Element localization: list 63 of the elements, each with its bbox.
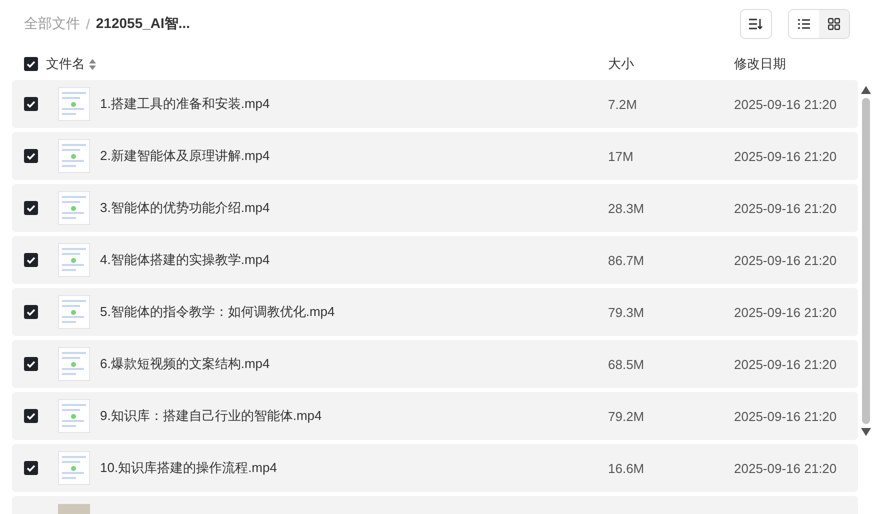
modified-date: 2025-09-16 21:20 [734,96,838,112]
checkbox[interactable] [24,409,38,423]
sort-icon [749,18,763,30]
modified-date: 2025-09-16 21:20 [734,356,838,372]
date-column-header[interactable]: 修改日期 [734,55,858,73]
file-name[interactable]: 3.智能体的优势功能介绍.mp4 [100,199,608,217]
breadcrumb-separator: / [86,16,90,32]
file-row[interactable]: 2.新建智能体及原理讲解.mp4 17M 2025-09-16 21:20 [12,132,858,180]
file-size: 16.6M [608,460,646,476]
checkbox[interactable] [24,253,38,267]
modified-date: 2025-09-16 21:20 [734,252,838,268]
file-size: 79.3M [608,304,646,320]
size-column-header[interactable]: 大小 [608,55,734,73]
video-thumbnail [58,243,90,277]
modified-date: 2025-09-16 21:20 [734,148,838,164]
file-row[interactable]: 10.知识库搭建的操作流程.mp4 16.6M 2025-09-16 21:20 [12,444,858,492]
file-name[interactable]: 10.知识库搭建的操作流程.mp4 [100,459,608,477]
scroll-up-icon[interactable] [861,86,871,94]
file-row[interactable]: 9.知识库：搭建自己行业的智能体.mp4 79.2M 2025-09-16 21:20 [12,392,858,440]
file-name[interactable]: 4.智能体搭建的实操教学.mp4 [100,251,608,269]
video-thumbnail [58,139,90,173]
checkbox[interactable] [24,357,38,371]
file-row[interactable]: 6.爆款短视频的文案结构.mp4 68.5M 2025-09-16 21:20 [12,340,858,388]
file-row[interactable]: 5.智能体的指令教学：如何调教优化.mp4 79.3M 2025-09-16 21:20 [12,288,858,336]
file-name[interactable]: 6.爆款短视频的文案结构.mp4 [100,355,608,373]
video-thumbnail [58,451,90,485]
file-name[interactable]: 5.智能体的指令教学：如何调教优化.mp4 [100,303,608,321]
checkbox[interactable] [24,305,38,319]
video-thumbnail [58,87,90,121]
file-size: 7.2M [608,96,638,112]
file-size: 79.2M [608,408,646,424]
checkbox[interactable] [24,97,38,111]
file-size: 28.3M [608,200,646,216]
modified-date: 2025-09-16 21:20 [734,460,838,476]
video-thumbnail [58,191,90,225]
checkbox[interactable] [24,201,38,215]
file-row[interactable]: 4.智能体搭建的实操教学.mp4 86.7M 2025-09-16 21:20 [12,236,858,284]
video-thumbnail [58,399,90,433]
checkbox[interactable] [24,461,38,475]
sort-button[interactable] [740,9,772,39]
list-icon [798,19,810,29]
video-thumbnail [58,347,90,381]
scroll-down-icon[interactable] [861,428,871,436]
file-name[interactable]: 9.知识库：搭建自己行业的智能体.mp4 [100,407,608,425]
file-name[interactable]: 2.新建智能体及原理讲解.mp4 [100,147,608,165]
file-name[interactable]: 1.搭建工具的准备和安装.mp4 [100,95,608,113]
checkbox[interactable] [24,57,38,71]
file-row[interactable]: 3.智能体的优势功能介绍.mp4 28.3M 2025-09-16 21:20 [12,184,858,232]
modified-date: 2025-09-16 21:20 [734,304,838,320]
grid-icon [828,18,840,30]
file-size: 17M [608,148,634,164]
checkbox[interactable] [24,149,38,163]
name-column-header[interactable]: 文件名 [46,55,85,73]
list-view-button[interactable] [789,10,819,38]
file-row[interactable]: 1.搭建工具的准备和安装.mp4 7.2M 2025-09-16 21:20 [12,80,858,128]
modified-date: 2025-09-16 21:20 [734,200,838,216]
sort-arrows-icon[interactable] [89,58,96,70]
scrollbar-thumb[interactable] [862,98,870,424]
video-thumbnail [58,295,90,329]
file-size: 86.7M [608,252,646,268]
file-size: 68.5M [608,356,646,372]
modified-date: 2025-09-16 21:20 [734,408,838,424]
breadcrumb-link[interactable]: 212055_AI智... [96,15,190,33]
